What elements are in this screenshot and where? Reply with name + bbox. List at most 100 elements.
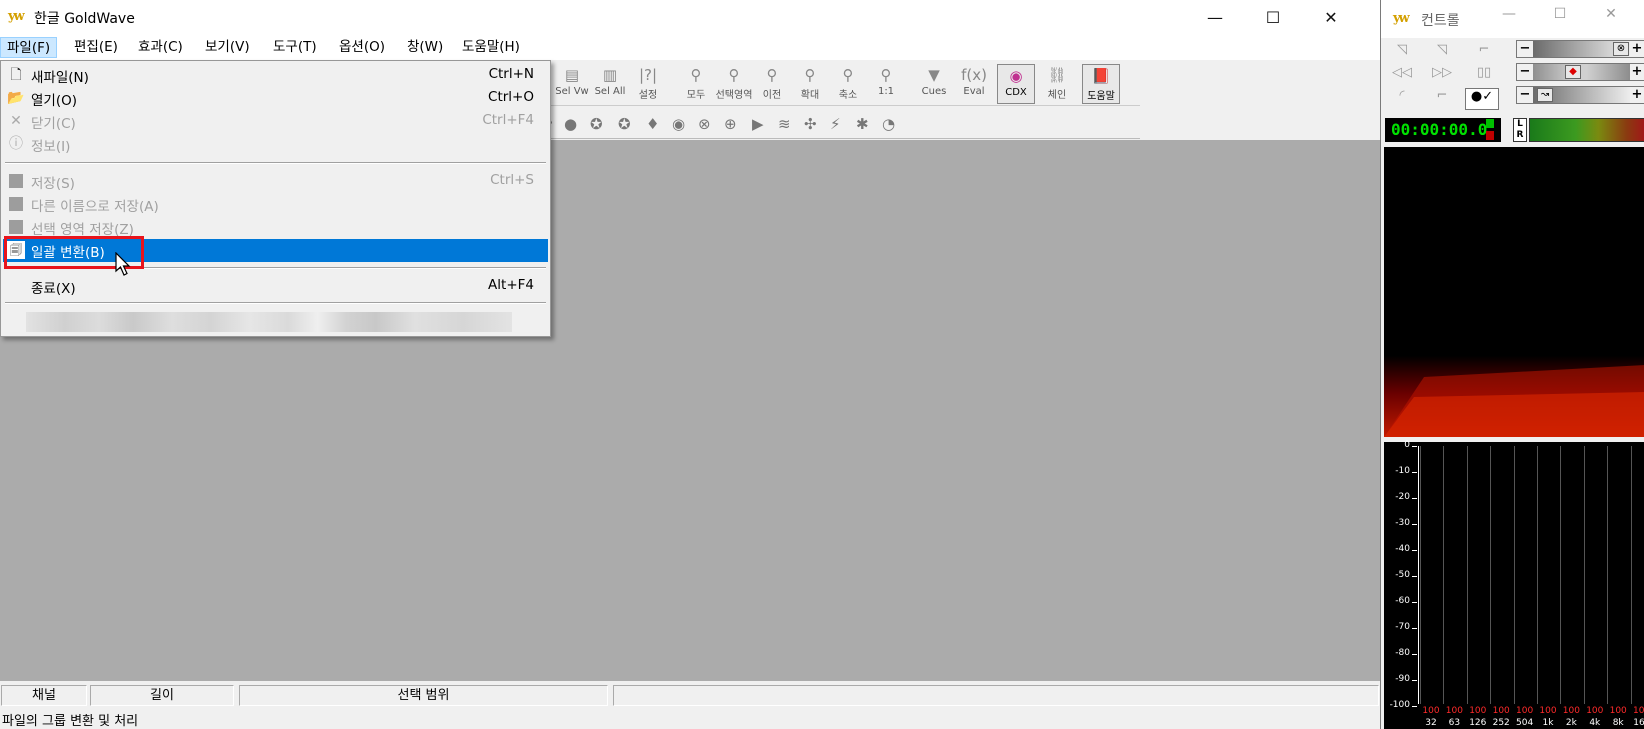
meter-column <box>1630 446 1644 704</box>
play-all-icon[interactable]: ◹ <box>1389 42 1415 64</box>
db-label: -60 <box>1395 596 1410 606</box>
db-tick <box>1412 680 1417 681</box>
db-label: -70 <box>1395 622 1410 632</box>
meter-column <box>1420 446 1442 704</box>
record-options-icon[interactable]: ●✓ <box>1465 88 1499 110</box>
slider-minus[interactable]: − <box>1517 41 1533 57</box>
db-label: -80 <box>1395 648 1410 658</box>
db-label: -30 <box>1395 518 1410 528</box>
chain-button[interactable]: ⛓ 체인 <box>1038 64 1076 104</box>
menu-item-open[interactable]: 📂 열기(O) Ctrl+O <box>3 87 548 110</box>
sel-view-button[interactable]: ▤ Sel Vw <box>553 64 591 104</box>
menu-tools[interactable]: 도구(T) <box>267 37 323 58</box>
eval-button[interactable]: f(x) Eval <box>955 64 993 104</box>
cdx-button[interactable]: ◉ CDX <box>997 64 1035 104</box>
cd-icon: ◉ <box>1009 67 1023 85</box>
control-minimize-button[interactable]: — <box>1489 6 1529 32</box>
freq-label: 504 <box>1516 718 1534 728</box>
menu-edit[interactable]: 편집(E) <box>68 37 124 58</box>
zoom-selection-icon: ⚲ <box>728 66 740 84</box>
freq-label: 1k <box>1542 718 1554 728</box>
slider-minus[interactable]: − <box>1517 64 1533 80</box>
open-folder-icon: 📂 <box>7 90 25 106</box>
freq-value: 100 <box>1445 706 1463 716</box>
fx-noise-icon[interactable]: ⚡ <box>830 115 841 133</box>
play-selection-icon[interactable]: ◹ <box>1429 42 1455 64</box>
freq-label: 16k <box>1633 718 1644 728</box>
fx-expand-icon[interactable]: ⊕ <box>724 115 737 133</box>
freq-label: 4k <box>1589 718 1601 728</box>
minimize-button[interactable]: — <box>1186 0 1244 34</box>
meter-axis <box>1418 446 1419 704</box>
eval-icon: f(x) <box>961 66 987 84</box>
menu-item-exit[interactable]: 종료(X) Alt+F4 <box>3 275 548 298</box>
cues-button[interactable]: ▼ Cues <box>915 64 953 104</box>
balance-slider[interactable]: − ◆ + <box>1516 63 1644 81</box>
menu-file[interactable]: 파일(F) <box>0 37 58 58</box>
zoom-previous-button[interactable]: ⚲ 이전 <box>753 64 791 104</box>
fx-equalizer-icon[interactable]: ✣ <box>804 115 817 133</box>
rewind-icon[interactable]: ◁◁ <box>1389 65 1415 87</box>
help-button[interactable]: 📕 도움말 <box>1082 64 1120 104</box>
sel-all-button[interactable]: ▥ Sel All <box>591 64 629 104</box>
mouse-cursor-icon <box>115 252 131 276</box>
cues-icon: ▼ <box>928 66 940 84</box>
status-message: 파일의 그룹 변환 및 처리 <box>2 714 139 729</box>
maximize-button[interactable]: ☐ <box>1244 0 1302 34</box>
fast-forward-icon[interactable]: ▷▷ <box>1429 65 1455 87</box>
fx-compressor-icon[interactable]: ⊗ <box>698 115 711 133</box>
fx-doppler-icon[interactable]: ◉ <box>672 115 685 133</box>
menu-window[interactable]: 창(W) <box>401 37 449 58</box>
zoom-selection-button[interactable]: ⚲ 선택영역 <box>715 64 753 104</box>
balance-knob-icon[interactable]: ◆ <box>1565 65 1581 79</box>
meter-column <box>1607 446 1629 704</box>
menu-item-save: 저장(S) Ctrl+S <box>3 170 548 193</box>
db-label: -90 <box>1395 674 1410 684</box>
slider-minus[interactable]: − <box>1517 87 1533 103</box>
record-icon[interactable]: ⌐ <box>1429 88 1455 110</box>
fx-echo-icon[interactable]: ♦ <box>646 115 659 133</box>
slider-plus[interactable]: + <box>1630 64 1644 80</box>
play-custom-icon[interactable]: ⌐ <box>1471 42 1497 64</box>
stop-icon[interactable]: ◜ <box>1389 88 1415 110</box>
zoom-all-button[interactable]: ⚲ 모두 <box>677 64 715 104</box>
menu-item-save-as: 다른 이름으로 저장(A) <box>3 193 548 216</box>
recent-files-blurred[interactable] <box>26 312 512 332</box>
fx-fade-in-icon[interactable]: ✪ <box>590 115 603 133</box>
volume-knob-icon[interactable]: ⊗ <box>1613 42 1629 56</box>
fx-filter-icon[interactable]: ≋ <box>778 115 791 133</box>
zoom-previous-icon: ⚲ <box>766 66 778 84</box>
slider-plus[interactable]: + <box>1630 87 1644 103</box>
settings-button[interactable]: |?| 설정 <box>629 64 667 104</box>
speed-knob-icon[interactable]: ↝ <box>1537 88 1553 102</box>
freq-label: 126 <box>1469 718 1487 728</box>
zoom-in-button[interactable]: ⚲ 확대 <box>791 64 829 104</box>
meter-column <box>1513 446 1536 704</box>
control-close-button[interactable]: ✕ <box>1591 6 1631 32</box>
menu-view[interactable]: 보기(V) <box>199 37 256 58</box>
slider-plus[interactable]: + <box>1630 41 1644 57</box>
control-maximize-button[interactable]: ☐ <box>1540 6 1580 32</box>
title-bar: yw 한글 GoldWave — ☐ ✕ <box>0 0 1380 34</box>
menu-separator <box>5 302 546 304</box>
zoom-1to1-button[interactable]: ⚲ 1:1 <box>867 64 905 104</box>
menu-item-new-file[interactable]: 🗋 새파일(N) Ctrl+N <box>3 64 548 87</box>
volume-slider[interactable]: − ⊗ + <box>1516 40 1644 58</box>
fx-mute-icon[interactable]: ● <box>564 115 577 133</box>
info-icon: ⓘ <box>9 136 23 152</box>
menu-effects[interactable]: 효과(C) <box>132 37 189 58</box>
menu-help[interactable]: 도움말(H) <box>456 37 526 58</box>
db-tick <box>1412 498 1417 499</box>
zoom-out-button[interactable]: ⚲ 축소 <box>829 64 867 104</box>
save-icon <box>9 174 23 188</box>
fx-mechanize-icon[interactable]: ✱ <box>856 115 869 133</box>
fx-timer-icon[interactable]: ◔ <box>882 115 895 133</box>
pause-icon[interactable]: ▯▯ <box>1471 65 1497 87</box>
speed-slider[interactable]: − ↝ + <box>1516 86 1644 104</box>
menu-options[interactable]: 옵션(O) <box>333 37 391 58</box>
freq-value: 100 <box>1633 706 1644 716</box>
fx-fade-out-icon[interactable]: ✪ <box>618 115 631 133</box>
freq-value: 100 <box>1539 706 1557 716</box>
close-button[interactable]: ✕ <box>1302 0 1360 34</box>
fx-pitch-icon[interactable]: ▶ <box>752 115 764 133</box>
